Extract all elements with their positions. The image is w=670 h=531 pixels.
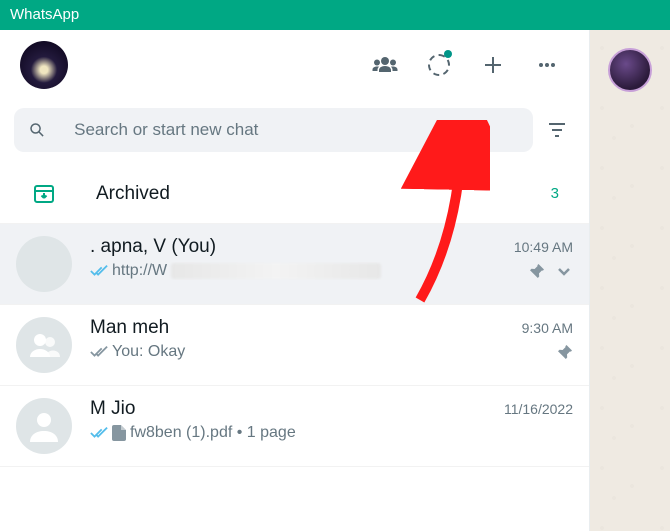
chat-avatar[interactable]	[16, 317, 72, 373]
chat-preview: fw8ben (1).pdf • 1 page	[90, 424, 573, 442]
chat-preview: http://W	[90, 262, 521, 280]
my-avatar[interactable]	[20, 41, 68, 89]
plus-icon	[481, 53, 505, 77]
document-icon	[112, 425, 126, 441]
more-icon	[535, 53, 559, 77]
search-icon	[28, 120, 46, 140]
chat-row[interactable]: Man meh 9:30 AM You: Okay	[0, 305, 589, 386]
chat-row[interactable]: . apna, V (You) 10:49 AM http://W	[0, 224, 589, 305]
chat-name: Man meh	[90, 317, 514, 339]
menu-button[interactable]	[525, 43, 569, 87]
chat-time: 10:49 AM	[514, 239, 573, 255]
status-button[interactable]	[417, 43, 461, 87]
read-ticks-icon	[90, 426, 108, 440]
search-input[interactable]	[74, 120, 519, 140]
window-titlebar: WhatsApp	[0, 0, 670, 30]
chat-row[interactable]: M Jio 11/16/2022 fw8ben (1).pdf • 1 page	[0, 386, 589, 467]
communities-button[interactable]	[363, 43, 407, 87]
communities-icon	[372, 55, 398, 75]
chat-avatar[interactable]	[16, 398, 72, 454]
archived-row[interactable]: Archived 3	[0, 164, 589, 224]
status-icon	[428, 54, 450, 76]
redacted-text	[171, 263, 381, 279]
delivered-ticks-icon	[90, 345, 108, 359]
chat-name: . apna, V (You)	[90, 236, 506, 258]
pin-icon	[529, 263, 545, 279]
search-box[interactable]	[14, 108, 533, 152]
chat-pane	[590, 30, 670, 531]
window-title: WhatsApp	[10, 6, 79, 23]
sidebar: Archived 3 . apna, V (You) 10:49 AM http…	[0, 30, 590, 531]
archived-label: Archived	[96, 183, 551, 205]
contact-avatar[interactable]	[608, 48, 652, 92]
new-chat-button[interactable]	[471, 43, 515, 87]
archive-icon	[33, 184, 55, 204]
filter-button[interactable]	[539, 121, 575, 139]
pin-icon	[557, 344, 573, 360]
chat-name: M Jio	[90, 398, 496, 420]
chat-time: 11/16/2022	[504, 401, 573, 417]
chat-avatar[interactable]	[16, 236, 72, 292]
filter-icon	[547, 121, 567, 139]
sidebar-header	[0, 30, 589, 100]
read-ticks-icon	[90, 264, 108, 278]
chevron-down-icon[interactable]	[555, 262, 573, 280]
chat-preview: You: Okay	[90, 343, 549, 361]
archived-count: 3	[551, 185, 559, 202]
chat-time: 9:30 AM	[522, 320, 573, 336]
